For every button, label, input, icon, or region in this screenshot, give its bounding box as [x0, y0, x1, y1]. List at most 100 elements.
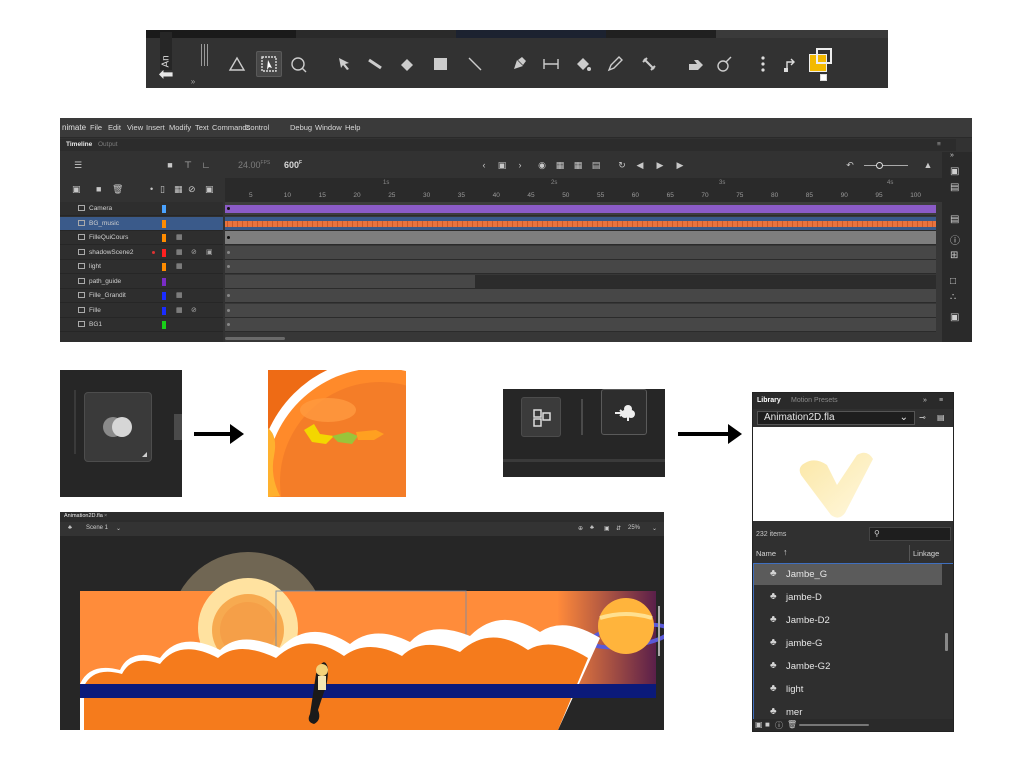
frame-tracks[interactable]	[225, 202, 956, 342]
layer-row[interactable]: light ▦	[60, 260, 223, 274]
onion-skin-icon[interactable]: ◉	[536, 159, 548, 171]
zoom-slider[interactable]	[864, 165, 908, 166]
color-icon[interactable]: □	[950, 276, 956, 287]
layer-color-chip[interactable]	[162, 321, 166, 329]
collapse-icon[interactable]: »	[950, 152, 954, 159]
keyframe-dot[interactable]	[227, 236, 230, 239]
keyframe-dot[interactable]	[227, 207, 230, 210]
menu-text[interactable]: Text	[195, 123, 209, 132]
layer-row[interactable]: Fille ▦ ⊘	[60, 303, 223, 318]
menu-window[interactable]: Window	[315, 123, 342, 132]
undo-zoom-icon[interactable]: ↶	[844, 159, 856, 171]
rotate-tool-button[interactable]	[712, 51, 738, 77]
keyframe-dot[interactable]	[227, 250, 230, 254]
frame-track[interactable]	[225, 245, 936, 260]
width-tool-tool-button[interactable]	[538, 51, 564, 77]
layer-color-chip[interactable]	[162, 306, 166, 315]
free-transform-tool-button[interactable]	[256, 51, 282, 77]
sort-arrow-icon[interactable]: ↑	[783, 547, 788, 557]
layer-parenting-icon[interactable]: ⊤	[182, 159, 194, 171]
layer-row[interactable]: Camera	[60, 202, 223, 216]
frame-track[interactable]	[225, 318, 936, 332]
transform-icon[interactable]: ⊞	[950, 250, 958, 261]
keyframe-dot[interactable]	[227, 308, 230, 312]
eye-hidden-icon[interactable]: ⊘	[191, 248, 197, 256]
menu-insert[interactable]: Insert	[146, 123, 165, 132]
info-icon[interactable]: ⓘ	[950, 232, 960, 247]
scene-name[interactable]: Scene 1	[86, 525, 108, 531]
document-tab[interactable]: Animation2D.fla	[64, 513, 103, 519]
properties-icon[interactable]: ⓘ	[775, 720, 783, 731]
library-icon[interactable]: ▤	[950, 182, 959, 193]
play-icon[interactable]: ▶	[654, 159, 666, 171]
scene-icon[interactable]: ♣	[68, 525, 72, 531]
frame-ruler[interactable]: 5 10 15 20 25 30 35 40 45 50 55 60 65 70 75 80 85 90 95 100…	[225, 178, 956, 202]
insert-frame-icon[interactable]: ▤	[590, 159, 602, 171]
layer-row[interactable]: shadowScene2 ▦ ⊘ ▣	[60, 245, 223, 260]
frame-track[interactable]	[225, 216, 936, 231]
library-document-select[interactable]: Animation2D.fla ⌄	[757, 411, 915, 425]
hand-tool-button[interactable]	[682, 51, 708, 77]
frame-track[interactable]	[225, 260, 936, 274]
expand-toolbar-icon[interactable]: »	[188, 76, 198, 86]
frame-track[interactable]	[225, 303, 936, 318]
stage-canvas[interactable]	[60, 536, 664, 730]
delete-icon[interactable]: 🗑	[112, 184, 123, 195]
camera-icon[interactable]: ▦	[176, 306, 183, 314]
lock-icon[interactable]: ▣	[206, 248, 213, 256]
keyframe-dot[interactable]	[227, 265, 230, 268]
more-tools-tool-button[interactable]	[750, 51, 776, 77]
frame-track[interactable]	[225, 231, 936, 245]
loop-icon[interactable]: ↻	[616, 159, 628, 171]
highlight-icon[interactable]: •	[150, 184, 153, 194]
swap-colors-tool-button[interactable]	[778, 51, 804, 77]
layer-row[interactable]: Fille_Grandit ▦	[60, 289, 223, 303]
library-item[interactable]: ♣ jambe-D	[754, 587, 942, 608]
collapse-icon[interactable]: »	[923, 397, 927, 404]
menu-control[interactable]: Control	[245, 123, 269, 132]
toolbar-grip-icon[interactable]	[198, 42, 212, 72]
close-tab-icon[interactable]: ×	[104, 513, 107, 519]
subselect-tool-button[interactable]	[332, 51, 358, 77]
line-tool-button[interactable]	[462, 51, 488, 77]
current-frame[interactable]: 600	[284, 160, 299, 170]
camera-icon[interactable]: ▦	[176, 291, 183, 299]
layer-row[interactable]: BG_music	[60, 216, 223, 231]
frame-track[interactable]	[225, 202, 936, 216]
edit-multiple-frames-icon[interactable]: ▦	[554, 159, 566, 171]
library-search-input[interactable]: ⚲	[869, 527, 951, 541]
clip-icon[interactable]: ♣	[590, 525, 594, 531]
stroke-color-swatch[interactable]	[820, 74, 827, 81]
next-arrow-icon[interactable]: ›	[514, 159, 526, 171]
chevron-down-icon[interactable]: ⌄	[652, 525, 657, 532]
layer-color-chip[interactable]	[162, 219, 166, 228]
eraser-tool-button[interactable]	[394, 51, 420, 77]
gradient-transform-tool-button[interactable]	[286, 51, 312, 77]
properties-icon[interactable]: ▣	[950, 166, 959, 177]
layer-color-chip[interactable]	[162, 263, 166, 271]
outline-icon[interactable]: ▯	[160, 184, 165, 195]
delete-icon[interactable]: 🗑	[787, 720, 797, 729]
center-frame-icon[interactable]: ▣	[496, 159, 508, 171]
layer-color-chip[interactable]	[162, 234, 166, 242]
layer-row[interactable]: BG1	[60, 318, 223, 332]
zoom-slider-handle[interactable]	[876, 162, 883, 169]
menu-help[interactable]: Help	[345, 123, 360, 132]
step-forward-icon[interactable]: ▶	[674, 159, 686, 171]
chevron-down-icon[interactable]: ⌄	[116, 525, 121, 532]
panel-menu-icon[interactable]: ≡	[937, 141, 941, 148]
camera-icon[interactable]: ▦	[176, 233, 183, 241]
layer-row[interactable]: FilleQuiCours ▦	[60, 231, 223, 245]
library-button[interactable]	[601, 389, 647, 435]
tab-output[interactable]: Output	[98, 141, 118, 148]
column-name[interactable]: Name	[756, 549, 776, 558]
new-symbol-icon[interactable]: ▣	[755, 720, 763, 729]
pencil-tool-button[interactable]	[602, 51, 628, 77]
library-item[interactable]: ♣ Jambe-D2	[754, 610, 942, 631]
layer-color-chip[interactable]	[162, 205, 166, 213]
library-item[interactable]: ♣ Jambe_G	[754, 564, 942, 585]
layers-icon[interactable]: ☰	[72, 159, 84, 171]
mountain-icon[interactable]: ▲	[922, 159, 934, 171]
graph-icon[interactable]: ∟	[200, 159, 212, 171]
timeline-scrollbar[interactable]	[225, 337, 285, 340]
